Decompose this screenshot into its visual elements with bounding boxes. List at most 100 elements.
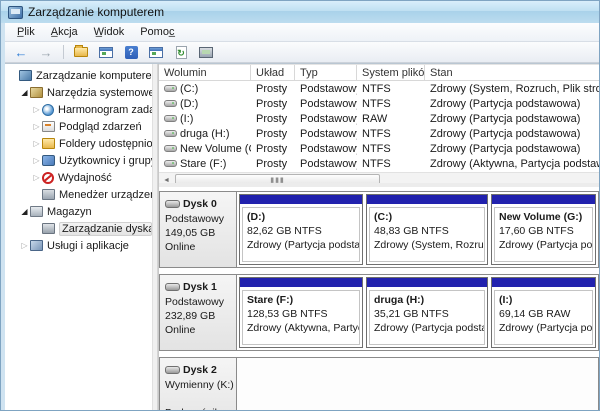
disk-info-panel[interactable]: Dysk 0 Podstawowy 149,05 GB Online xyxy=(160,192,237,267)
partition-status: Zdrowy (Partycja podsta xyxy=(374,321,480,335)
partition-size: 82,62 GB NTFS xyxy=(247,224,355,238)
partition-name: New Volume (G:) xyxy=(499,210,588,224)
console-tree: Zarządzanie komputerem (loka ◢ Narzędzia… xyxy=(5,64,152,410)
disk-graphical-view: Dysk 0 Podstawowy 149,05 GB Online (D:) … xyxy=(159,187,599,410)
menu-widok[interactable]: W̲idok xyxy=(86,24,133,40)
column-header-wolumin[interactable]: Wolumin xyxy=(159,65,251,80)
help-button[interactable]: ? xyxy=(120,43,142,61)
refresh-button[interactable]: ↻ xyxy=(170,43,192,61)
disk-type: Podstawowy xyxy=(165,295,232,309)
column-header-uklad[interactable]: Układ xyxy=(251,65,295,80)
partition-status: Zdrowy (System, Rozruch, xyxy=(374,238,480,252)
volume-row[interactable]: (D:) Prosty Podstawowy NTFS Zdrowy (Part… xyxy=(159,96,599,111)
disk-icon xyxy=(165,200,180,208)
tree-item-performance[interactable]: ▷ Wydajność xyxy=(5,169,152,186)
help-icon: ? xyxy=(125,46,138,59)
partition-f[interactable]: Stare (F:) 128,53 GB NTFS Zdrowy (Aktywn… xyxy=(239,277,363,348)
partition-status: Zdrowy (Aktywna, Partycja p xyxy=(247,321,355,335)
volume-filesystem: NTFS xyxy=(357,143,425,155)
volume-row[interactable]: (I:) Prosty Podstawowy RAW Zdrowy (Party… xyxy=(159,111,599,126)
tree-item-shared-folders[interactable]: ▷ Foldery udostępnione xyxy=(5,135,152,152)
disk-name: Dysk 0 xyxy=(183,197,217,211)
volume-layout: Prosty xyxy=(251,158,295,170)
back-button[interactable]: ← xyxy=(10,43,32,61)
volume-row[interactable]: New Volume (G:) Prosty Podstawowy NTFS Z… xyxy=(159,141,599,156)
volume-filesystem: NTFS xyxy=(357,83,425,95)
tree-root-computer-management[interactable]: Zarządzanie komputerem (loka xyxy=(5,67,152,84)
partition-i[interactable]: (I:) 69,14 GB RAW Zdrowy (Partycja podst… xyxy=(491,277,596,348)
users-icon xyxy=(42,155,55,166)
volume-name: (I:) xyxy=(180,113,193,125)
tree-item-local-users-groups[interactable]: ▷ Użytkownicy i grupy lok xyxy=(5,152,152,169)
volume-type: Podstawowy xyxy=(295,98,357,110)
partition-h[interactable]: druga (H:) 35,21 GB NTFS Zdrowy (Partycj… xyxy=(366,277,488,348)
toolbar: ← → ? ↻ xyxy=(5,42,599,63)
refresh-icon: ↻ xyxy=(176,46,187,59)
volume-layout: Prosty xyxy=(251,83,295,95)
partition-status: Zdrowy (Partycja podstawo xyxy=(247,238,355,252)
disk-icon xyxy=(165,283,180,291)
no-media-area[interactable] xyxy=(237,358,598,410)
partition-size: 69,14 GB RAW xyxy=(499,307,588,321)
rescan-disks-icon xyxy=(199,47,213,58)
partition-d[interactable]: (D:) 82,62 GB NTFS Zdrowy (Partycja pods… xyxy=(239,194,363,265)
tree-item-disk-management[interactable]: Zarządzanie dyskami xyxy=(5,220,152,237)
title-bar[interactable]: Zarządzanie komputerem xyxy=(1,1,599,23)
rescan-disks-button[interactable] xyxy=(195,43,217,61)
volume-row[interactable]: Stare (F:) Prosty Podstawowy NTFS Zdrowy… xyxy=(159,156,599,171)
tools-icon xyxy=(30,87,43,98)
column-header-system-plikow[interactable]: System plików xyxy=(357,65,425,80)
menu-plik[interactable]: P̲lik xyxy=(9,24,43,40)
computer-management-window: Zarządzanie komputerem P̲lik A̲kcja W̲id… xyxy=(0,0,600,411)
volume-filesystem: NTFS xyxy=(357,128,425,140)
app-icon xyxy=(8,6,23,19)
volume-layout: Prosty xyxy=(251,143,295,155)
partition-g[interactable]: New Volume (G:) 17,60 GB NTFS Zdrowy (Pa… xyxy=(491,194,596,265)
partition-bar xyxy=(367,278,487,289)
disk-name: Dysk 2 xyxy=(183,363,217,377)
back-icon: ← xyxy=(15,45,28,60)
tree-item-storage[interactable]: ◢ Magazyn xyxy=(5,203,152,220)
main-area: Zarządzanie komputerem (loka ◢ Narzędzia… xyxy=(5,63,599,410)
partition-c[interactable]: (C:) 48,83 GB NTFS Zdrowy (System, Rozru… xyxy=(366,194,488,265)
volume-status: Zdrowy (Partycja podstawowa) xyxy=(425,113,599,125)
disk-info-panel[interactable]: Dysk 2 Wymienny (K:) Brak nośnika xyxy=(160,358,237,410)
export-list-button[interactable] xyxy=(70,43,92,61)
horizontal-scrollbar[interactable]: ◄ ▮▮▮ xyxy=(159,172,599,187)
partition-status: Zdrowy (Partycja podst xyxy=(499,238,588,252)
disk-row-2: Dysk 2 Wymienny (K:) Brak nośnika xyxy=(159,357,599,410)
window-title: Zarządzanie komputerem xyxy=(28,5,164,19)
menu-akcja[interactable]: A̲kcja xyxy=(43,24,86,40)
tree-item-system-tools[interactable]: ◢ Narzędzia systemowe xyxy=(5,84,152,101)
tree-item-services-applications[interactable]: ▷ Usługi i aplikacje xyxy=(5,237,152,254)
partition-name: (I:) xyxy=(499,293,588,307)
device-manager-icon xyxy=(42,189,55,200)
volume-icon xyxy=(164,130,177,137)
volume-layout: Prosty xyxy=(251,128,295,140)
column-header-typ[interactable]: Typ xyxy=(295,65,357,80)
tree-item-task-scheduler[interactable]: ▷ Harmonogram zadań xyxy=(5,101,152,118)
console-tree-button[interactable] xyxy=(95,43,117,61)
volume-type: Podstawowy xyxy=(295,113,357,125)
disk-info-panel[interactable]: Dysk 1 Podstawowy 232,89 GB Online xyxy=(160,275,237,350)
partition-size: 48,83 GB NTFS xyxy=(374,224,480,238)
column-header-stan[interactable]: Stan xyxy=(425,65,599,80)
scrollbar-thumb[interactable]: ▮▮▮ xyxy=(175,174,380,187)
action-pane-button[interactable] xyxy=(145,43,167,61)
tree-item-event-viewer[interactable]: ▷ Podgląd zdarzeń xyxy=(5,118,152,135)
volume-filesystem: NTFS xyxy=(357,98,425,110)
disk-name: Dysk 1 xyxy=(183,280,217,294)
disk-status: Brak nośnika xyxy=(165,406,232,410)
scroll-left-icon[interactable]: ◄ xyxy=(160,175,173,187)
volume-type: Podstawowy xyxy=(295,83,357,95)
disk-size xyxy=(165,392,232,406)
menu-pomoc[interactable]: Pomoc̲ xyxy=(132,24,182,40)
partition-name: druga (H:) xyxy=(374,293,480,307)
tree-item-device-manager[interactable]: Menedżer urządzeń xyxy=(5,186,152,203)
disk-status: Online xyxy=(165,240,232,254)
volume-row[interactable]: druga (H:) Prosty Podstawowy NTFS Zdrowy… xyxy=(159,126,599,141)
forward-button[interactable]: → xyxy=(35,43,57,61)
volume-list: Wolumin Układ Typ System plików Stan (C:… xyxy=(159,64,599,187)
storage-icon xyxy=(30,206,43,217)
volume-row[interactable]: (C:) Prosty Podstawowy NTFS Zdrowy (Syst… xyxy=(159,81,599,96)
